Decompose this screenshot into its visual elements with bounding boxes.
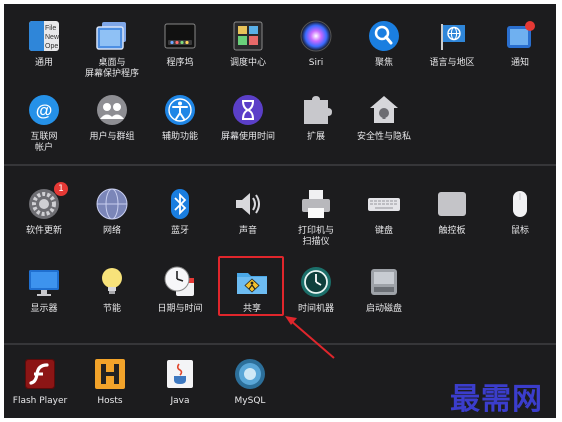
annotation-arrow — [285, 316, 335, 359]
system-preferences-panel: File New Ope 通用 桌面与 屏幕保护程序 程序坞 调度中心 Siri… — [4, 4, 556, 418]
watermark: 最需网 — [450, 382, 543, 417]
